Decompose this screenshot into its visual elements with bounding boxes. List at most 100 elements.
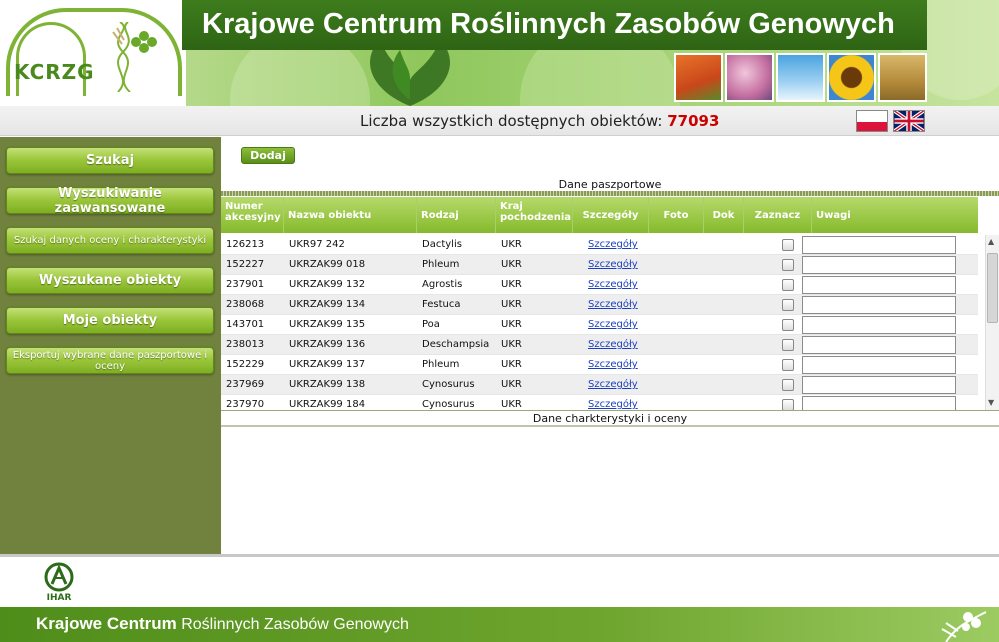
cell-country: UKR (501, 359, 522, 370)
cell-country: UKR (501, 379, 522, 390)
table-row: 126213 UKR97 242 Dactylis UKR Szczegóły (221, 235, 978, 255)
scroll-down-icon[interactable]: ▼ (988, 398, 994, 407)
cell-genus: Festuca (422, 299, 461, 310)
logo[interactable]: KCRZG (0, 0, 186, 106)
cell-accession: 126213 (226, 239, 265, 250)
table-header: Numer akcesyjny Nazwa obiektu Rodzaj Kra… (221, 197, 978, 233)
footer-title-rest: Roślinnych Zasobów Genowych (181, 616, 409, 633)
nav-advanced-search[interactable]: Wyszukiwanie zaawansowane (6, 186, 214, 216)
cell-accession: 238068 (226, 299, 265, 310)
col-name[interactable]: Nazwa obiektu (284, 197, 417, 233)
notes-input[interactable] (802, 375, 956, 394)
cell-name: UKR97 242 (289, 239, 345, 250)
details-link[interactable]: Szczegóły (588, 379, 638, 390)
select-checkbox[interactable] (782, 358, 794, 371)
cell-genus: Agrostis (422, 279, 463, 290)
table-row: 237901 UKRZAK99 132 Agrostis UKR Szczegó… (221, 275, 978, 295)
cell-genus: Cynosurus (422, 379, 475, 390)
cell-country: UKR (501, 339, 522, 350)
nav-found-objects[interactable]: Wyszukane obiekty (6, 267, 214, 294)
logo-text: KCRZG (14, 60, 95, 84)
select-checkbox[interactable] (782, 318, 794, 331)
cell-name: UKRZAK99 184 (289, 399, 366, 410)
object-count-value: 77093 (667, 112, 720, 130)
notes-input[interactable] (802, 315, 956, 334)
scroll-thumb[interactable] (987, 253, 998, 323)
cell-genus: Poa (422, 319, 440, 330)
section-divider (221, 191, 999, 196)
col-doc: Dok (704, 197, 744, 233)
notes-input[interactable] (802, 255, 956, 274)
details-link[interactable]: Szczegóły (588, 259, 638, 270)
cell-name: UKRZAK99 135 (289, 319, 366, 330)
object-count-bar: Liczba wszystkich dostępnych obiektów: 7… (0, 106, 999, 136)
details-link[interactable]: Szczegóły (588, 339, 638, 350)
select-checkbox[interactable] (782, 258, 794, 271)
cell-name: UKRZAK99 018 (289, 259, 366, 270)
plant-leaf-icon (941, 611, 987, 642)
select-checkbox[interactable] (782, 378, 794, 391)
notes-input[interactable] (802, 355, 956, 374)
col-accession[interactable]: Numer akcesyjny (221, 197, 284, 233)
cell-country: UKR (501, 279, 522, 290)
table-body: 126213 UKR97 242 Dactylis UKR Szczegóły … (221, 235, 978, 410)
nav-export[interactable]: Eksportuj wybrane dane paszportowe i oce… (6, 347, 214, 374)
photo-strip (674, 53, 927, 103)
table-row: 143701 UKRZAK99 135 Poa UKR Szczegóły (221, 315, 978, 335)
select-checkbox[interactable] (782, 238, 794, 251)
table-row: 237969 UKRZAK99 138 Cynosurus UKR Szczeg… (221, 375, 978, 395)
cell-country: UKR (501, 239, 522, 250)
details-link[interactable]: Szczegóły (588, 299, 638, 310)
details-link[interactable]: Szczegóły (588, 279, 638, 290)
notes-input[interactable] (802, 295, 956, 314)
cell-genus: Phleum (422, 259, 460, 270)
notes-input[interactable] (802, 335, 956, 354)
notes-input[interactable] (802, 275, 956, 294)
select-checkbox[interactable] (782, 298, 794, 311)
scroll-up-icon[interactable]: ▲ (988, 237, 994, 246)
select-checkbox[interactable] (782, 338, 794, 351)
cell-genus: Cynosurus (422, 399, 475, 410)
add-button[interactable]: Dodaj (241, 147, 295, 164)
section-divider (221, 425, 999, 427)
col-country[interactable]: Kraj pochodzenia (496, 197, 573, 233)
cell-country: UKR (501, 319, 522, 330)
ihar-logo-text: IHAR (47, 593, 72, 602)
uk-flag-icon[interactable] (893, 110, 925, 132)
details-link[interactable]: Szczegóły (588, 319, 638, 330)
nav-search-evaluation[interactable]: Szukaj danych oceny i charakterystyki (6, 227, 214, 254)
table-row: 152227 UKRZAK99 018 Phleum UKR Szczegóły (221, 255, 978, 275)
main-content: Dodaj Dane paszportowe Numer akcesyjny N… (221, 137, 999, 554)
cell-accession: 152229 (226, 359, 265, 370)
site-header: KCRZG Krajowe Centrum Roślinnych Zasobów… (0, 0, 999, 106)
polish-flag-icon[interactable] (856, 110, 888, 132)
notes-input[interactable] (802, 235, 956, 254)
cell-accession: 237969 (226, 379, 265, 390)
nav-search[interactable]: Szukaj (6, 147, 214, 174)
table-scrollbar[interactable]: ▲ ▼ (985, 235, 999, 410)
site-title: Krajowe Centrum Roślinnych Zasobów Genow… (202, 8, 895, 40)
flower-sky-thumb (776, 53, 825, 102)
details-link[interactable]: Szczegóły (588, 359, 638, 370)
cell-country: UKR (501, 259, 522, 270)
select-checkbox[interactable] (782, 278, 794, 291)
table-row: 152229 UKRZAK99 137 Phleum UKR Szczegóły (221, 355, 978, 375)
object-count-label: Liczba wszystkich dostępnych obiektów: (360, 112, 663, 130)
object-count: Liczba wszystkich dostępnych obiektów: 7… (360, 112, 719, 130)
cell-accession: 238013 (226, 339, 265, 350)
cell-name: UKRZAK99 134 (289, 299, 366, 310)
details-link[interactable]: Szczegóły (588, 399, 638, 410)
characteristics-section-title: Dane charkterystyki i oceny (532, 412, 688, 425)
notes-input[interactable] (802, 395, 956, 410)
nav-my-objects[interactable]: Moje obiekty (6, 307, 214, 334)
select-checkbox[interactable] (782, 398, 794, 410)
table-row: 238013 UKRZAK99 136 Deschampsia UKR Szcz… (221, 335, 978, 355)
details-link[interactable]: Szczegóły (588, 239, 638, 250)
col-genus[interactable]: Rodzaj (417, 197, 496, 233)
col-details: Szczegóły (573, 197, 649, 233)
ihar-logo[interactable]: IHAR (38, 562, 80, 602)
sunflower-thumb (827, 53, 876, 102)
cell-genus: Phleum (422, 359, 460, 370)
carrots-thumb (674, 53, 723, 102)
wheat-thumb (878, 53, 927, 102)
